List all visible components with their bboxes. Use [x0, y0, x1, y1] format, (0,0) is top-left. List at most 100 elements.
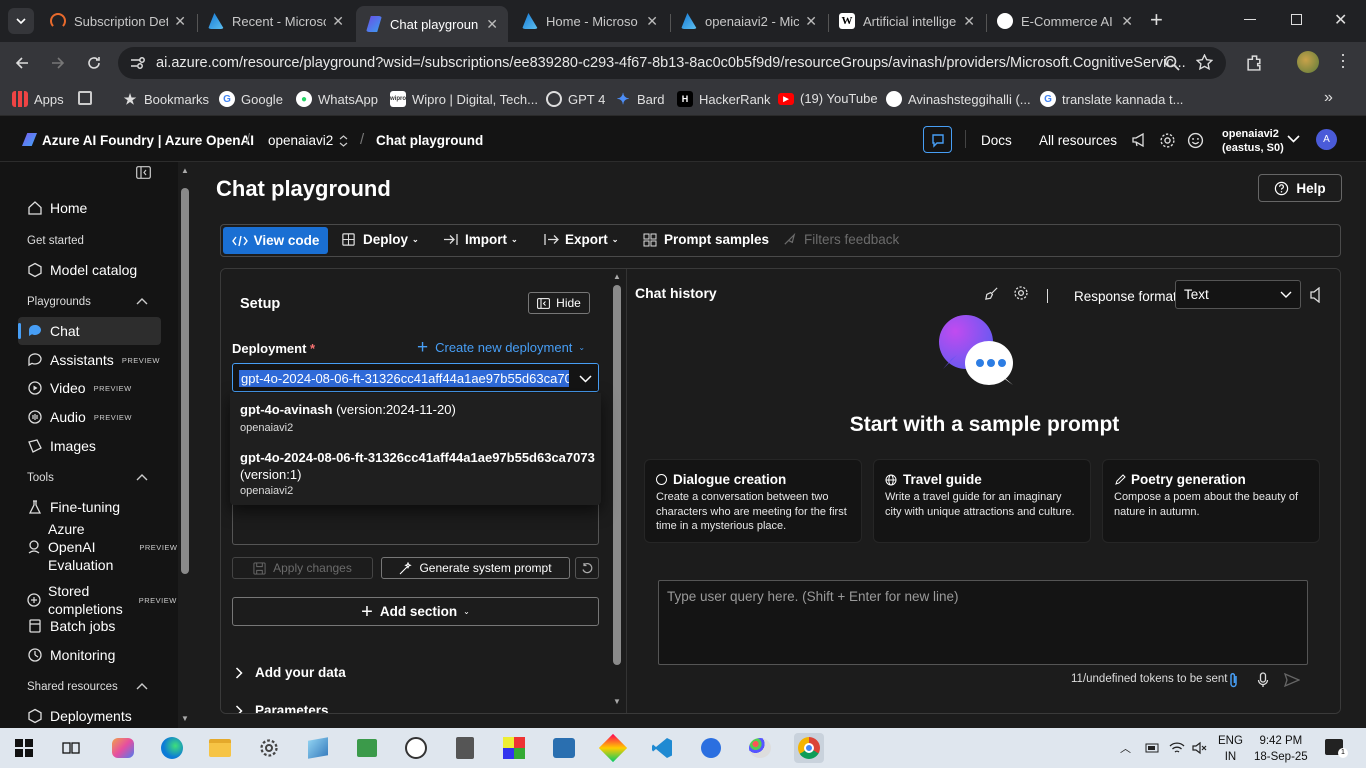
browser-tab[interactable]: W Artificial intellige ✕: [829, 6, 985, 36]
app-icon-5[interactable]: [598, 733, 628, 763]
paint-icon[interactable]: [745, 733, 775, 763]
response-format-select[interactable]: Text: [1175, 280, 1301, 309]
chevron-up-icon[interactable]: [136, 473, 148, 481]
bookmark-gpt4[interactable]: GPT 4: [546, 91, 605, 107]
sample-card-dialogue[interactable]: Dialogue creation Create a conversation …: [644, 459, 862, 543]
task-view-button[interactable]: [56, 733, 86, 763]
clear-chat-broom-icon[interactable]: [984, 286, 999, 301]
nav-home[interactable]: Home: [18, 194, 161, 222]
scroll-down-arrow[interactable]: ▼: [613, 697, 621, 706]
copilot-taskbar-icon[interactable]: [108, 733, 138, 763]
close-tab-icon[interactable]: ✕: [174, 13, 186, 30]
site-info-icon[interactable]: [130, 56, 146, 70]
more-bookmarks-icon[interactable]: »: [1324, 89, 1333, 107]
export-button[interactable]: Export ⌄: [543, 232, 618, 247]
reset-button[interactable]: [575, 557, 599, 579]
bookmark-whatsapp[interactable]: ● WhatsApp: [296, 91, 378, 107]
bookmark-grid[interactable]: [78, 91, 98, 105]
sample-card-travel[interactable]: Travel guide Write a travel guide for an…: [873, 459, 1091, 543]
sidebar-scrollbar[interactable]: [181, 188, 189, 574]
nav-images[interactable]: Images: [18, 432, 161, 460]
view-code-button[interactable]: View code: [223, 227, 328, 254]
import-button[interactable]: Import ⌄: [443, 232, 518, 247]
user-avatar[interactable]: A: [1316, 129, 1337, 150]
battery-icon[interactable]: [1145, 742, 1161, 754]
app-icon-3[interactable]: [499, 733, 529, 763]
nav-evaluation[interactable]: Azure OpenAI Evaluation PREVIEW: [18, 521, 177, 573]
address-bar[interactable]: ai.azure.com/resource/playground?wsid=/s…: [118, 47, 1226, 79]
settings-gear-icon[interactable]: [1013, 285, 1029, 301]
clock[interactable]: 9:42 PM 18-Sep-25: [1254, 733, 1308, 765]
close-tab-icon[interactable]: ✕: [805, 13, 817, 30]
add-section-button[interactable]: + Add section ⌄: [232, 597, 599, 626]
user-query-input[interactable]: [658, 580, 1308, 665]
copilot-button[interactable]: [923, 126, 952, 153]
scroll-up-arrow[interactable]: ▲: [613, 272, 621, 281]
close-tab-icon[interactable]: ✕: [646, 13, 658, 30]
collapse-panel-icon[interactable]: [136, 166, 151, 179]
bookmark-github[interactable]: Avinashsteggihalli (...: [886, 91, 1031, 107]
nav-fine-tuning[interactable]: Fine-tuning: [18, 493, 161, 521]
bookmark-youtube[interactable]: ▶ (19) YouTube: [778, 91, 878, 106]
reload-icon[interactable]: [86, 55, 102, 71]
create-new-deployment-link[interactable]: + Create new deployment ⌄: [417, 338, 585, 357]
bookmark-apps[interactable]: Apps: [12, 91, 64, 107]
restore-button[interactable]: [1291, 14, 1302, 25]
chevron-down-icon[interactable]: [1287, 134, 1300, 144]
all-resources-link[interactable]: All resources: [1039, 133, 1117, 148]
bookmark-bookmarks[interactable]: ★ Bookmarks: [122, 91, 209, 107]
nav-video[interactable]: Video PREVIEW: [18, 374, 161, 402]
close-window-button[interactable]: ✕: [1334, 10, 1347, 30]
sample-card-poetry[interactable]: Poetry generation Compose a poem about t…: [1102, 459, 1320, 543]
nav-monitoring[interactable]: Monitoring: [18, 641, 161, 669]
minimize-button[interactable]: [1244, 19, 1256, 20]
edge-icon[interactable]: [157, 733, 187, 763]
vscode-icon[interactable]: [647, 733, 677, 763]
deployment-option[interactable]: gpt-4o-2024-08-06-ft-31326cc41aff44a1ae9…: [240, 450, 595, 497]
account-switcher[interactable]: openaiavi2 (eastus, S0): [1222, 127, 1284, 155]
nav-assistants[interactable]: Assistants PREVIEW: [18, 346, 161, 374]
browser-tab[interactable]: Home - Microso ✕: [512, 6, 668, 36]
close-tab-icon[interactable]: ✕: [963, 13, 975, 30]
calculator-icon[interactable]: [450, 733, 480, 763]
resource-switcher[interactable]: openaiavi2: [268, 133, 348, 148]
help-button[interactable]: Help: [1258, 174, 1342, 202]
file-explorer-icon[interactable]: [205, 733, 235, 763]
browser-tab[interactable]: E-Commerce AI ✕: [987, 6, 1143, 36]
nav-audio[interactable]: Audio PREVIEW: [18, 403, 161, 431]
speaker-icon[interactable]: [1310, 287, 1324, 303]
send-icon[interactable]: [1284, 673, 1300, 687]
nav-chat[interactable]: Chat: [18, 317, 161, 345]
close-tab-icon[interactable]: ✕: [332, 13, 344, 30]
profile-avatar[interactable]: [1297, 51, 1319, 73]
settings-icon[interactable]: [254, 733, 284, 763]
volume-muted-icon[interactable]: [1192, 741, 1208, 755]
setup-scrollbar[interactable]: [613, 285, 621, 665]
feedback-smiley-icon[interactable]: [1187, 132, 1204, 149]
star-icon[interactable]: [1196, 54, 1213, 71]
start-button[interactable]: [9, 733, 39, 763]
browser-tab[interactable]: openaiavi2 - Mic ✕: [671, 6, 827, 36]
tab-search-button[interactable]: [8, 8, 34, 34]
browser-tab[interactable]: Recent - Microso ✕: [198, 6, 354, 36]
app-icon-6[interactable]: [696, 733, 726, 763]
close-tab-icon[interactable]: ✕: [486, 16, 498, 33]
megaphone-icon[interactable]: [1131, 132, 1147, 148]
extensions-icon[interactable]: [1246, 54, 1263, 71]
chevron-up-icon[interactable]: [136, 682, 148, 690]
docs-link[interactable]: Docs: [981, 133, 1012, 148]
generate-system-prompt-button[interactable]: Generate system prompt: [381, 557, 570, 579]
microphone-icon[interactable]: [1257, 672, 1269, 688]
close-tab-icon[interactable]: ✕: [1121, 13, 1133, 30]
zoom-icon[interactable]: [1164, 55, 1180, 71]
system-message-input[interactable]: [232, 499, 599, 545]
chevron-up-icon[interactable]: [136, 297, 148, 305]
app-icon-2[interactable]: [352, 733, 382, 763]
more-menu-icon[interactable]: ···: [1334, 52, 1354, 70]
parameters-section[interactable]: Parameters: [235, 703, 329, 713]
browser-tab[interactable]: Subscription Det ✕: [40, 6, 196, 36]
app-icon-1[interactable]: [303, 733, 333, 763]
scroll-down-arrow[interactable]: ▼: [181, 714, 189, 723]
nav-model-catalog[interactable]: Model catalog: [18, 256, 161, 284]
clock-app-icon[interactable]: [401, 733, 431, 763]
